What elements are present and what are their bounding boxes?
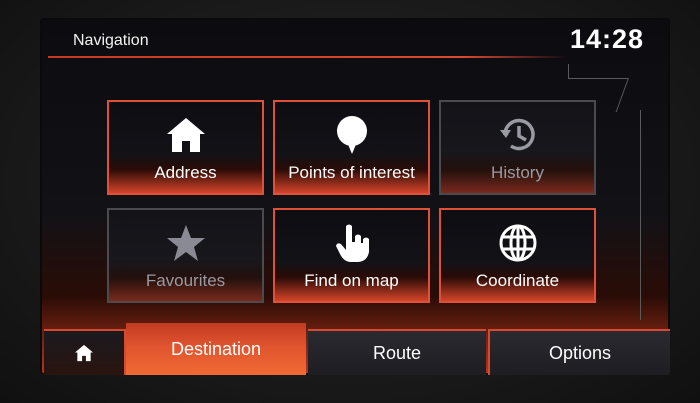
tile-label: History [491,163,544,182]
history-button[interactable]: History [439,100,596,195]
map-pin-icon [336,116,367,154]
points-of-interest-button[interactable]: Points of interest [273,100,430,195]
favourites-button[interactable]: Favourites [107,208,264,303]
home-icon [74,344,94,362]
tile-label: Address [154,163,217,182]
tab-route[interactable]: Route [308,329,486,375]
tab-destination[interactable]: Destination [126,323,306,375]
find-on-map-button[interactable]: Find on map [273,208,430,303]
address-button[interactable]: Address [107,100,264,195]
coordinate-button[interactable]: Coordinate [439,208,596,303]
header-divider [48,56,568,58]
hand-pointer-icon [335,224,369,262]
tile-label: Points of interest [288,163,415,182]
tab-label: Options [548,342,612,363]
tab-label: Route [372,342,422,363]
home-icon [166,118,205,152]
tile-label: Favourites [145,271,226,290]
frame-line [568,64,569,78]
clock: 14:28 [570,24,645,54]
nav-screen: Navigation 14:28 Address Points of inter… [40,18,670,375]
globe-icon [499,224,536,262]
tab-label: Destination [170,338,262,359]
tile-label: Coordinate [475,271,560,290]
tab-home[interactable] [44,329,126,375]
bottom-tab-bar: Destination Route Options [40,323,670,375]
tile-label: Find on map [304,271,399,290]
frame-line [568,78,628,79]
history-clock-icon [499,118,535,151]
page-title: Navigation [73,32,149,49]
star-icon [166,225,205,261]
tab-options[interactable]: Options [488,329,670,375]
frame-line [640,110,641,320]
frame-line [615,78,629,112]
